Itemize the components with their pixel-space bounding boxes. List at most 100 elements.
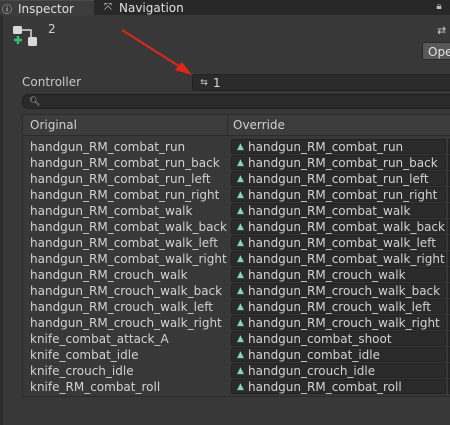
original-clip-name: handgun_RM_combat_walk_left: [30, 236, 218, 250]
override-clip-name: handgun_RM_crouch_walk_back: [248, 284, 441, 298]
override-clip-field[interactable]: ▲ handgun_combat_shoot: [231, 331, 446, 346]
override-clip-field[interactable]: ▲ handgun_RM_combat_run_right: [231, 187, 446, 202]
animation-clip-icon: ▲: [237, 222, 244, 232]
original-clip-name: handgun_RM_crouch_walk_left: [30, 300, 214, 314]
navigation-icon: ⤧: [104, 2, 112, 13]
original-clip-name: handgun_RM_combat_walk_back: [30, 220, 227, 234]
override-clip-field[interactable]: ▲ handgun_RM_crouch_walk: [231, 267, 446, 282]
animation-clip-icon: ▲: [237, 270, 244, 280]
column-header-override[interactable]: Override: [233, 118, 285, 132]
table-row: knife_combat_idle▲handgun_combat_idle⊙: [23, 347, 450, 363]
override-clip-field[interactable]: ▲ handgun_RM_combat_run: [231, 139, 446, 154]
tab-inspector-label: Inspector: [18, 1, 74, 16]
override-clip-field[interactable]: ▲ handgun_RM_combat_run_left: [231, 171, 446, 186]
table-row: handgun_RM_combat_run_left ▲ handgun_RM_co…: [23, 171, 450, 187]
table-row: handgun_RM_combat_walk_back ▲ handgun_RM_c…: [23, 219, 450, 235]
controller-field[interactable]: ⇆ 1: [192, 74, 450, 91]
override-clip-field[interactable]: ▲ handgun_RM_combat_walk_left: [231, 235, 446, 250]
table-row: handgun_RM_combat_walk ▲ handgun_RM_combat…: [23, 203, 450, 219]
override-clip-field[interactable]: ▲ handgun_combat_idle: [231, 347, 446, 362]
info-icon: ⓘ: [2, 5, 12, 16]
original-clip-name: knife_crouch_idle: [30, 364, 134, 378]
animation-clip-icon: ▲: [237, 238, 244, 248]
clip-override-table: Original Override handgun_RM_combat_run ▲…: [22, 114, 450, 397]
animation-clip-icon: ▲: [237, 206, 244, 216]
table-row: handgun_RM_crouch_walk_back ▲ handgun_RM_c…: [23, 283, 450, 299]
column-header-original[interactable]: Original: [30, 118, 77, 132]
override-clip-field[interactable]: ▲ handgun_RM_combat_run_back: [231, 155, 446, 170]
original-clip-name: handgun_RM_crouch_walk_back: [30, 284, 223, 298]
original-clip-name: handgun_RM_combat_run: [30, 140, 186, 154]
table-header: Original Override: [23, 115, 450, 136]
override-clip-field[interactable]: ▲ handgun_crouch_idle: [231, 363, 446, 378]
original-clip-name: knife_combat_idle: [30, 348, 139, 362]
override-clip-name: handgun_combat_shoot: [248, 332, 392, 346]
search-icon: 🔍︎: [29, 97, 41, 107]
original-clip-name: handgun_RM_combat_walk_right: [30, 252, 227, 266]
table-row: handgun_RM_combat_walk_left ▲ handgun_RM_c…: [23, 235, 450, 251]
original-clip-name: handgun_RM_combat_run_right: [30, 188, 220, 202]
override-clip-name: handgun_RM_crouch_walk_left: [248, 300, 432, 314]
animation-clip-icon: ▲: [237, 382, 244, 392]
search-input[interactable]: 🔍︎: [22, 94, 450, 109]
table-row: handgun_RM_combat_run ▲ handgun_RM_combat_…: [23, 139, 450, 155]
animation-clip-icon: ▲: [237, 286, 244, 296]
tab-inspector[interactable]: ⓘ Inspector: [0, 0, 94, 16]
override-clip-field[interactable]: ▲ handgun_RM_crouch_walk_back: [231, 283, 446, 298]
table-row: handgun_RM_combat_run_right ▲ handgun_RM_c…: [23, 187, 450, 203]
override-clip-name: handgun_RM_combat_run_right: [248, 188, 438, 202]
table-row: knife_combat_attack_A ▲ handgun_combat_sho…: [23, 331, 450, 347]
animator-override-controller-icon: [13, 26, 37, 46]
override-clip-name: handgun_RM_combat_roll: [248, 380, 402, 394]
table-row: handgun_RM_crouch_walk ▲ handgun_RM_crouch…: [23, 267, 450, 283]
original-clip-name: handgun_RM_crouch_walk: [30, 268, 188, 282]
animation-clip-icon: ▲: [237, 158, 244, 168]
override-clip-name: handgun_RM_combat_run_left: [248, 172, 429, 186]
animation-clip-icon: ▲: [237, 190, 244, 200]
animation-clip-icon: ▲: [237, 302, 244, 312]
animator-controller-icon: ⇆: [200, 77, 208, 88]
animation-clip-icon: ▲: [237, 318, 244, 328]
original-clip-name: handgun_RM_combat_run_back: [30, 156, 220, 170]
override-clip-field[interactable]: ▲ handgun_RM_crouch_walk_right: [231, 315, 446, 330]
override-clip-field[interactable]: ▲ handgun_RM_combat_walk_back: [231, 219, 446, 234]
tab-navigation[interactable]: ⤧ Navigation: [101, 0, 201, 15]
override-clip-field[interactable]: ▲ handgun_RM_combat_walk: [231, 203, 446, 218]
override-clip-field[interactable]: ▲ handgun_RM_combat_walk_right: [231, 251, 446, 266]
original-clip-name: knife_combat_attack_A: [30, 332, 169, 346]
override-clip-name: handgun_RM_combat_walk: [248, 204, 411, 218]
animation-clip-icon: ▲: [237, 366, 244, 376]
override-clip-name: handgun_RM_combat_run: [248, 140, 404, 154]
override-clip-name: handgun_RM_combat_walk_left: [248, 236, 436, 250]
tab-navigation-label: Navigation: [119, 0, 184, 15]
override-clip-field[interactable]: ▲ handgun_RM_crouch_walk_left: [231, 299, 446, 314]
open-button[interactable]: Ope: [422, 42, 450, 60]
override-clip-name: handgun_RM_crouch_walk_right: [248, 316, 440, 330]
table-row: knife_RM_combat_roll ▲ handgun_RM_combat_r…: [23, 379, 450, 395]
settings-icon[interactable]: ⇄: [437, 24, 446, 37]
override-clip-name: handgun_RM_combat_walk_back: [248, 220, 445, 234]
original-clip-name: knife_RM_combat_roll: [30, 380, 161, 394]
override-clip-name: handgun_crouch_idle: [248, 364, 376, 378]
window-edge: [0, 15, 3, 425]
animation-clip-icon: ▲: [237, 254, 244, 264]
tab-bar: ⓘ Inspector ⤧ Navigation 🔒︎: [0, 0, 450, 16]
object-count: 2: [48, 22, 56, 36]
animation-clip-icon: ▲: [237, 174, 244, 184]
table-row: handgun_RM_crouch_walk_left ▲ handgun_RM_c…: [23, 299, 450, 315]
override-clip-name: handgun_combat_idle: [248, 348, 380, 362]
lock-icon[interactable]: 🔒︎: [432, 0, 446, 14]
override-clip-field[interactable]: ▲ handgun_RM_combat_roll: [231, 379, 446, 394]
controller-label: Controller: [22, 75, 82, 89]
original-clip-name: handgun_RM_combat_run_left: [30, 172, 211, 186]
table-row: handgun_RM_crouch_walk_right ▲ handgun_RM_…: [23, 315, 450, 331]
controller-value: 1: [213, 75, 221, 90]
table-row: handgun_RM_combat_run_back ▲ handgun_RM_co…: [23, 155, 450, 171]
animation-clip-icon: ▲: [237, 142, 244, 152]
table-row: knife_crouch_idle▲handgun_crouch_idle⊙: [23, 363, 450, 379]
override-clip-name: handgun_RM_combat_run_back: [248, 156, 438, 170]
table-row: handgun_RM_combat_walk_right ▲ handgun_RM_…: [23, 251, 450, 267]
override-clip-name: handgun_RM_combat_walk_right: [248, 252, 445, 266]
override-clip-name: handgun_RM_crouch_walk: [248, 268, 406, 282]
column-divider[interactable]: [227, 115, 228, 135]
